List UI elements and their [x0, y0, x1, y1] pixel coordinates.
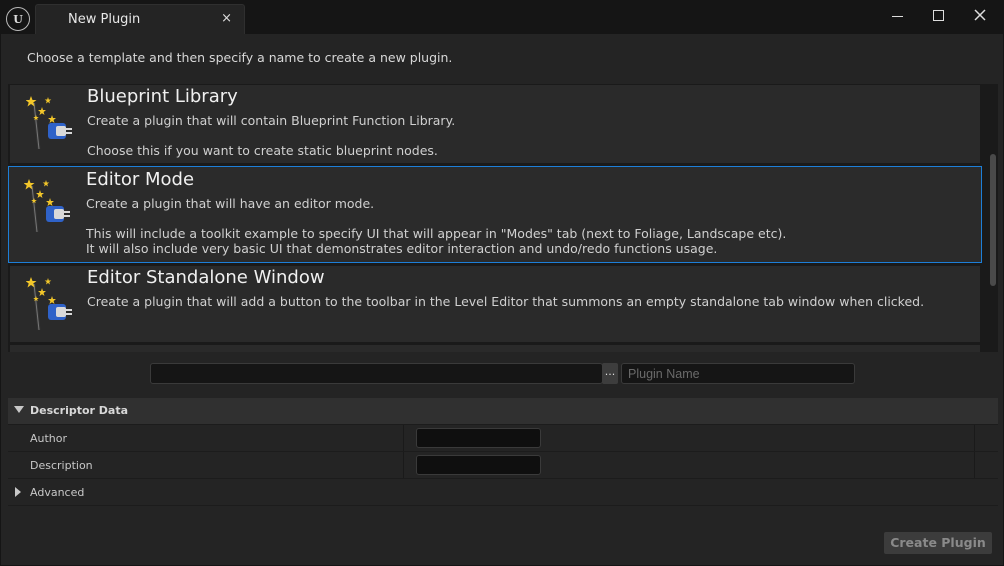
template-description: Create a plugin that will add a button t… — [87, 294, 925, 309]
template-description: Create a plugin that will have an editor… — [86, 196, 375, 211]
dialog-content: Choose a template and then specify a nam… — [1, 34, 1003, 565]
descriptor-data-panel: Descriptor Data Author Description Advan… — [8, 398, 998, 506]
tab-close-icon[interactable]: × — [221, 11, 232, 26]
plugin-name-input[interactable] — [621, 363, 855, 384]
maximize-icon — [932, 9, 944, 21]
close-window-button[interactable] — [960, 4, 1000, 26]
template-title: Editor Mode — [86, 169, 195, 190]
template-item-partial[interactable] — [10, 345, 980, 352]
window-tab-title: New Plugin — [68, 12, 141, 27]
advanced-section[interactable]: Advanced — [8, 479, 998, 505]
create-plugin-button[interactable]: Create Plugin — [884, 532, 992, 554]
close-icon — [974, 9, 986, 21]
author-row: Author — [8, 425, 998, 451]
template-item-editor-standalone-window[interactable]: Editor Standalone Window Create a plugin… — [10, 266, 980, 342]
column-divider[interactable] — [403, 425, 404, 451]
template-item-editor-mode[interactable]: Editor Mode Create a plugin that will ha… — [8, 166, 982, 263]
chevron-down-icon — [14, 406, 24, 413]
column-divider — [974, 425, 975, 451]
instruction-text: Choose a template and then specify a nam… — [27, 50, 453, 65]
title-bar: U New Plugin × — [0, 0, 1004, 38]
description-label: Description — [30, 459, 93, 472]
author-field[interactable] — [416, 428, 541, 448]
column-divider — [974, 452, 975, 478]
description-field[interactable] — [416, 455, 541, 475]
template-extra-description: This will include a toolkit example to s… — [86, 226, 787, 256]
template-list-scrollbar[interactable] — [988, 84, 998, 352]
chevron-right-icon — [15, 487, 21, 497]
template-extra-description: Choose this if you want to create static… — [87, 143, 438, 158]
plugin-path-input[interactable] — [150, 363, 603, 384]
template-item-blueprint-library[interactable]: Blueprint Library Create a plugin that w… — [10, 85, 980, 163]
template-description: Create a plugin that will contain Bluepr… — [87, 113, 456, 128]
template-title: Blueprint Library — [87, 86, 238, 107]
plugin-wand-icon — [26, 277, 72, 331]
advanced-label: Advanced — [30, 486, 85, 499]
plugin-wand-icon — [26, 96, 72, 150]
minimize-icon — [891, 15, 903, 18]
maximize-button[interactable] — [918, 4, 958, 26]
browse-path-button[interactable]: ... — [602, 363, 618, 384]
descriptor-data-header[interactable]: Descriptor Data — [8, 398, 998, 424]
description-row: Description — [8, 452, 998, 478]
descriptor-data-label: Descriptor Data — [30, 404, 129, 417]
author-label: Author — [30, 432, 68, 445]
template-title: Editor Standalone Window — [87, 267, 325, 288]
plugin-wand-icon — [24, 179, 70, 233]
scrollbar-thumb[interactable] — [990, 154, 996, 286]
unreal-logo-icon: U — [6, 7, 30, 31]
template-list: Blueprint Library Create a plugin that w… — [8, 84, 998, 352]
column-divider[interactable] — [403, 452, 404, 478]
minimize-button[interactable] — [877, 4, 917, 26]
window-tab[interactable]: New Plugin × — [35, 4, 245, 34]
